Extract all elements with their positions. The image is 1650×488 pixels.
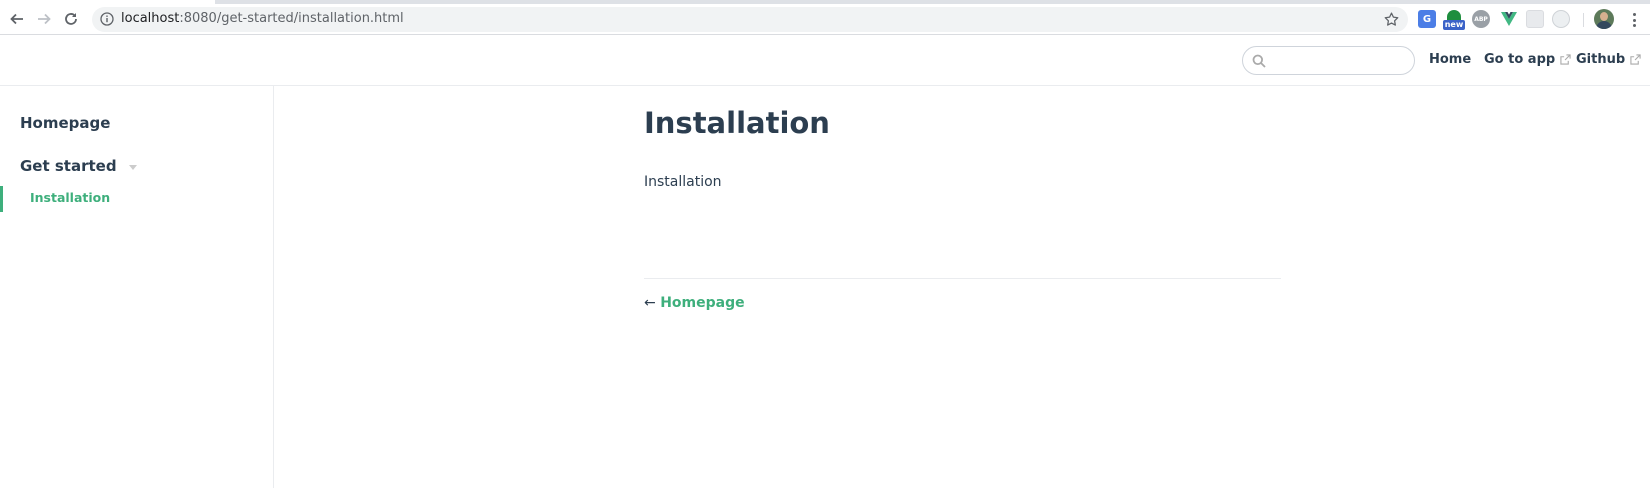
nav-link-go-to-app-label: Go to app — [1484, 52, 1556, 67]
url-text[interactable]: localhost:8080/get-started/installation.… — [121, 11, 404, 26]
menu-dot — [1632, 24, 1636, 27]
sidebar-group-get-started[interactable]: Get started — [20, 157, 137, 175]
translate-extension-icon[interactable]: G — [1418, 10, 1436, 28]
prev-page-link[interactable]: Homepage — [660, 295, 744, 311]
sidebar-item-label: Installation — [30, 190, 111, 205]
extension-round-icon[interactable] — [1552, 10, 1570, 28]
url-host: localhost — [121, 11, 180, 26]
new-extension-icon[interactable]: new — [1443, 10, 1465, 30]
translate-glyph: G — [1422, 13, 1432, 25]
external-link-icon — [1560, 54, 1571, 65]
arrow-right-icon — [38, 13, 51, 25]
sidebar-item-homepage[interactable]: Homepage — [20, 114, 110, 132]
browser-menu-icon[interactable] — [1626, 11, 1642, 29]
site-navbar: Home Go to app Github — [0, 36, 1650, 86]
back-button[interactable] — [4, 6, 30, 32]
sidebar-item-installation[interactable]: Installation — [0, 186, 273, 212]
menu-dot — [1632, 18, 1636, 22]
caret-down-icon — [128, 164, 137, 170]
info-icon[interactable] — [100, 12, 114, 26]
nav-link-go-to-app[interactable]: Go to app — [1484, 52, 1571, 67]
nav-link-home-label: Home — [1429, 52, 1472, 67]
external-link-icon — [1630, 54, 1641, 65]
reload-icon — [65, 13, 77, 25]
vue-logo-icon — [1501, 12, 1517, 26]
search-box[interactable] — [1242, 46, 1415, 75]
toolbar-divider — [1583, 13, 1584, 27]
browser-toolbar: localhost:8080/get-started/installation.… — [0, 4, 1650, 35]
new-badge: new — [1443, 20, 1465, 30]
profile-avatar[interactable] — [1594, 9, 1614, 29]
prev-page-nav: ← Homepage — [644, 295, 745, 311]
avatar-head — [1600, 12, 1608, 21]
avatar-body — [1596, 21, 1612, 29]
vue-devtools-icon[interactable] — [1500, 10, 1518, 28]
address-bar[interactable]: localhost:8080/get-started/installation.… — [92, 7, 1408, 32]
extension-placeholder-icon[interactable] — [1526, 10, 1544, 28]
nav-link-home[interactable]: Home — [1429, 52, 1471, 67]
prev-arrow: ← — [644, 295, 656, 311]
abp-label: ABP — [1474, 15, 1488, 23]
reload-button[interactable] — [58, 6, 84, 32]
url-path: :8080/get-started/installation.html — [179, 11, 404, 26]
page-body-text: Installation — [644, 174, 722, 190]
adblock-extension-icon[interactable]: ABP — [1472, 10, 1490, 28]
nav-link-github-label: Github — [1576, 52, 1626, 67]
forward-button[interactable] — [31, 6, 57, 32]
sidebar-group-label: Get started — [20, 157, 117, 175]
page-title: Installation — [644, 106, 830, 140]
sidebar: Homepage Get started Installation — [0, 86, 274, 488]
menu-dot — [1632, 13, 1636, 16]
page-divider — [644, 278, 1281, 279]
nav-link-github[interactable]: Github — [1576, 52, 1641, 67]
search-input[interactable] — [1271, 50, 1409, 71]
arrow-left-icon — [10, 13, 23, 25]
bookmark-star-icon[interactable] — [1383, 11, 1400, 28]
search-icon — [1252, 54, 1266, 68]
